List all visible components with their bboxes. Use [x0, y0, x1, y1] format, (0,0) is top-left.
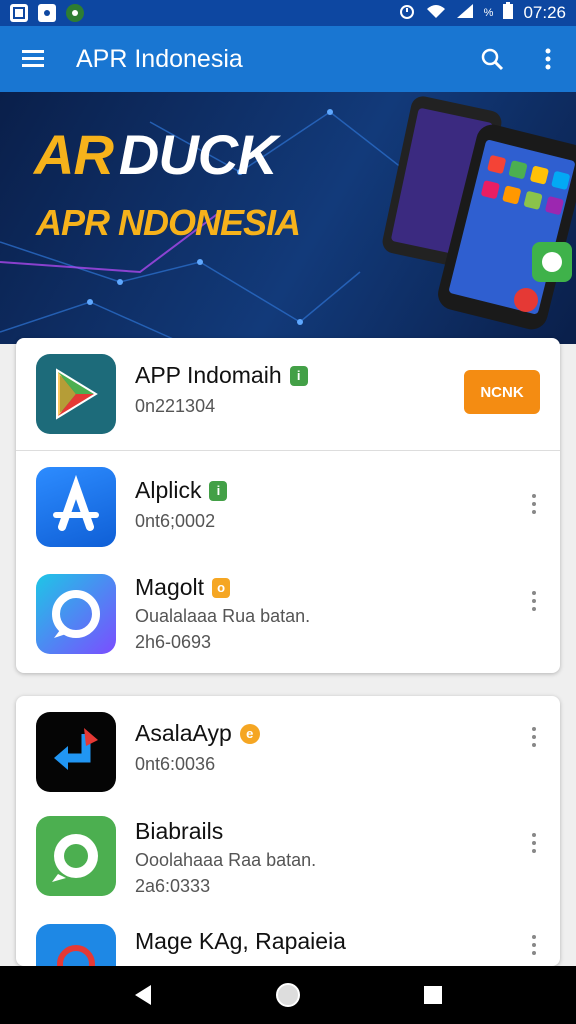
app-version: 0n221304: [135, 396, 216, 416]
more-vert-icon[interactable]: [524, 828, 544, 858]
app-version: 0nt6;0002: [135, 511, 216, 531]
app-name: APP Indomaih: [135, 362, 282, 388]
app-bar: APR Indonesia: [0, 26, 576, 92]
battery-icon: [503, 2, 514, 24]
promo-banner[interactable]: AR DUCK APR NDONESIA: [0, 92, 576, 344]
app-description: Oualalaaa Rua batan.: [135, 606, 311, 626]
back-icon: [134, 985, 151, 1005]
arrows-app-icon: [36, 712, 116, 792]
status-bar: % 07:26: [0, 0, 576, 26]
battery-text: %: [483, 7, 494, 19]
more-vert-icon[interactable]: [524, 489, 544, 519]
verified-badge-icon: i: [209, 480, 228, 501]
chat-app-icon: [36, 816, 116, 896]
more-vert-icon[interactable]: [524, 722, 544, 752]
recents-button[interactable]: [403, 966, 463, 1024]
banner-logo-text: AR: [34, 123, 114, 186]
banner-subheadline: APR NDONESIA: [36, 202, 301, 243]
back-button[interactable]: [113, 966, 173, 1024]
list-item[interactable]: AsalaAyp e 0nt6:0036: [16, 696, 560, 800]
more-vert-icon: [545, 48, 551, 70]
list-item[interactable]: Biabrails Ooolahaaa Raa batan. 2a6:0333: [16, 800, 560, 906]
system-nav-bar: [0, 966, 576, 1024]
list-item[interactable]: APP Indomaih i 0n221304 NCNK: [16, 338, 560, 450]
recents-icon: [424, 986, 443, 1004]
coin-badge-icon: e: [239, 723, 260, 744]
banner-headline: DUCK: [118, 123, 278, 186]
alarm-icon: [398, 2, 416, 25]
more-vert-icon[interactable]: [524, 586, 544, 616]
app-list-card-2: AsalaAyp e 0nt6:0036 Biabrails Ooolahaaa…: [16, 696, 560, 966]
app-name: Mage KAg, Rapaieia: [135, 928, 346, 954]
clock: 07:26: [523, 3, 566, 22]
app-version: 0nt6:0036: [135, 754, 216, 774]
search-button[interactable]: [464, 26, 520, 92]
message-icon: [38, 4, 56, 22]
app-version: 2a6:0333: [135, 876, 211, 896]
wifi-icon: [426, 3, 446, 24]
play-store-app-icon: [36, 354, 116, 434]
app-icon: [36, 924, 116, 966]
app-name: Biabrails: [135, 818, 224, 844]
green-dot-icon: [66, 4, 84, 22]
menu-button[interactable]: [0, 26, 68, 92]
home-button[interactable]: [258, 966, 318, 1024]
overflow-menu-button[interactable]: [520, 26, 576, 92]
smartphone-graphic: [382, 96, 576, 330]
list-item[interactable]: Alplick i 0nt6;0002: [16, 451, 560, 561]
app-name: Alplick: [135, 477, 202, 503]
app-list-card-1: APP Indomaih i 0n221304 NCNK Alplick i 0…: [16, 338, 560, 673]
app-name: AsalaAyp: [135, 720, 232, 746]
list-item[interactable]: Mage KAg, Rapaieia: [16, 906, 560, 966]
app-store-app-icon: [36, 467, 116, 547]
home-icon: [275, 983, 300, 1007]
more-vert-icon[interactable]: [524, 930, 544, 960]
menu-icon: [22, 50, 44, 67]
app-version: 2h6-0693: [135, 632, 212, 652]
messenger-app-icon: [36, 574, 116, 654]
app-description: Ooolahaaa Raa batan.: [135, 850, 317, 870]
search-icon: [481, 48, 504, 71]
signal-icon: [456, 3, 474, 24]
warning-badge-icon: o: [212, 577, 231, 598]
page-title: APR Indonesia: [76, 44, 243, 73]
image-icon: [10, 4, 28, 22]
install-button[interactable]: NCNK: [464, 370, 540, 414]
list-item[interactable]: Magolt o Oualalaaa Rua batan. 2h6-0693: [16, 560, 560, 672]
app-name: Magolt: [135, 574, 205, 600]
verified-badge-icon: i: [289, 365, 308, 386]
